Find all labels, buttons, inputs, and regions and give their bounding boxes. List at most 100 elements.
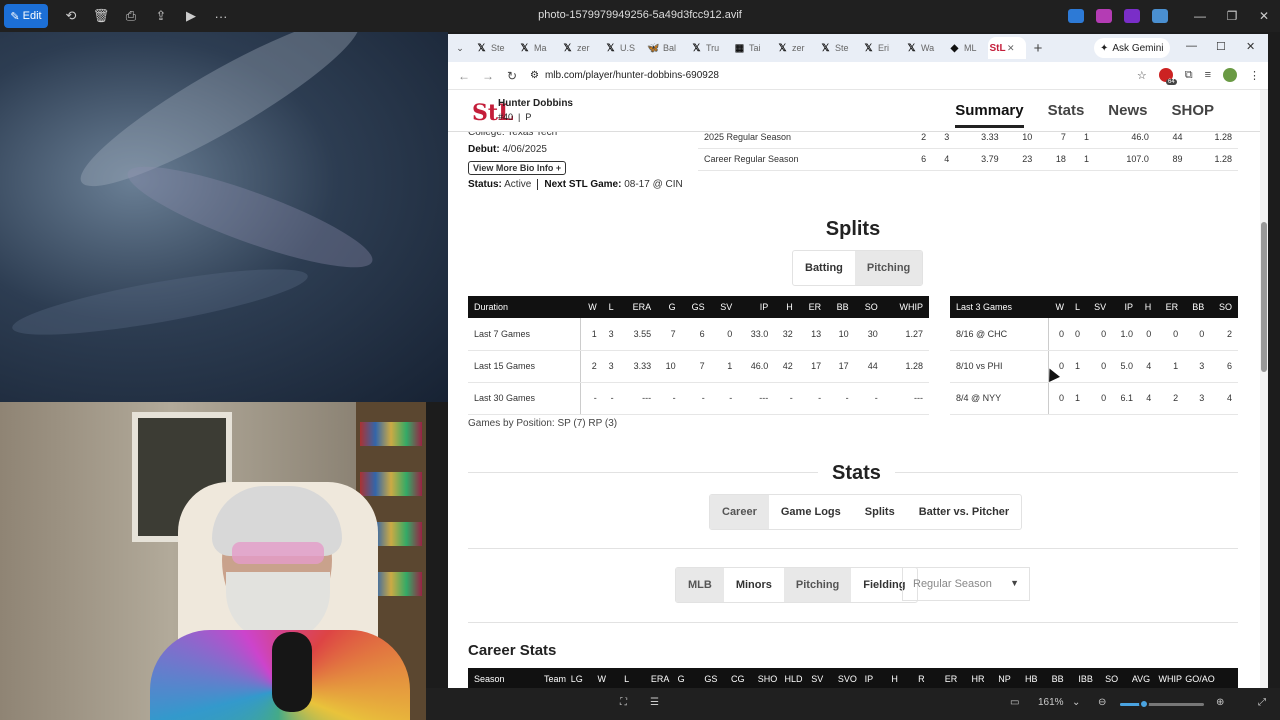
zoom-level[interactable]: 161%	[1038, 697, 1064, 708]
nav-shop[interactable]: SHOP	[1171, 102, 1214, 128]
edit-button[interactable]: ✎ Edit	[4, 4, 48, 28]
ask-gemini-button[interactable]: ✦ Ask Gemini	[1094, 38, 1170, 58]
column-header[interactable]: H	[891, 674, 898, 684]
extension-icon[interactable]: 64	[1158, 68, 1177, 85]
close-icon[interactable]: ✕	[1248, 9, 1280, 23]
back-icon[interactable]: ←	[452, 69, 476, 83]
nav-stats[interactable]: Stats	[1048, 102, 1085, 128]
browser-tab[interactable]: 𝕏 Ste	[816, 37, 859, 59]
tab-batter-vs-pitcher[interactable]: Batter vs. Pitcher	[907, 495, 1021, 529]
zoom-dropdown-icon[interactable]: ⌄	[1072, 697, 1080, 708]
page-scrollbar[interactable]	[1260, 90, 1268, 688]
more-bio-button[interactable]: View More Bio Info +	[468, 161, 567, 175]
column-header[interactable]: Season	[474, 674, 505, 684]
column-header[interactable]: HB	[1025, 674, 1038, 684]
filter-mlb[interactable]: MLB	[676, 568, 724, 602]
nav-summary[interactable]: Summary	[955, 102, 1024, 128]
app-icon-blue[interactable]	[1068, 9, 1084, 23]
browser-tab[interactable]: 𝕏zer	[773, 37, 816, 59]
column-header[interactable]: GO/AO	[1185, 674, 1215, 684]
slideshow-icon[interactable]: ▶	[176, 4, 206, 28]
browser-tab[interactable]: 𝕏 Tru	[687, 37, 730, 59]
app-icon-pink[interactable]	[1096, 9, 1112, 23]
column-header[interactable]: SV	[1085, 296, 1113, 318]
delete-icon[interactable]: 🗑	[86, 4, 116, 28]
minimize-icon[interactable]: —	[1184, 9, 1216, 23]
aspect-icon[interactable]: ▭	[1010, 697, 1019, 708]
profile-avatar[interactable]	[1223, 68, 1237, 82]
column-header[interactable]: H	[774, 296, 799, 318]
column-header[interactable]: G	[678, 674, 685, 684]
column-header[interactable]: SV	[811, 674, 823, 684]
zoom-slider[interactable]	[1120, 699, 1204, 709]
tab-game-logs[interactable]: Game Logs	[769, 495, 853, 529]
bookmark-star-icon[interactable]: ☆	[1137, 69, 1147, 82]
more-icon[interactable]: ···	[206, 4, 236, 28]
browser-tab[interactable]: 🦋 Bal	[644, 37, 687, 59]
browser-tab[interactable]: 𝕏zer	[558, 37, 601, 59]
column-header[interactable]: W	[580, 296, 603, 318]
season-type-select[interactable]: Regular Season ▼	[902, 567, 1030, 601]
column-header[interactable]: W	[1048, 296, 1070, 318]
column-header[interactable]: L	[624, 674, 629, 684]
column-header[interactable]: Duration	[468, 296, 581, 318]
site-info-icon[interactable]: ⚙	[530, 70, 539, 81]
column-header[interactable]: SO	[1210, 296, 1238, 318]
rotate-icon[interactable]: ⟲	[56, 4, 86, 28]
column-header[interactable]: HLD	[784, 674, 802, 684]
column-header[interactable]: SVO	[838, 674, 857, 684]
share-icon[interactable]: ⇪	[146, 4, 176, 28]
column-header[interactable]: ERA	[619, 296, 658, 318]
zoom-knob[interactable]	[1138, 699, 1149, 709]
column-header[interactable]: ER	[798, 296, 828, 318]
tab-splits[interactable]: Splits	[853, 495, 907, 529]
toggle-batting[interactable]: Batting	[793, 251, 855, 285]
filter-pitching[interactable]: Pitching	[783, 568, 852, 602]
column-header[interactable]: WHIP	[1159, 674, 1183, 684]
tab-search-icon[interactable]: ⌄	[448, 43, 472, 54]
app-icon-purple[interactable]	[1124, 9, 1140, 23]
column-header[interactable]: LG	[571, 674, 583, 684]
tab-active[interactable]: StL ✕	[988, 37, 1026, 59]
scroll-thumb[interactable]	[1261, 222, 1267, 372]
browser-tab[interactable]: 𝕏 U.S	[601, 37, 644, 59]
fit-screen-icon[interactable]: ⛶	[620, 697, 627, 708]
url-field[interactable]: ⚙ mlb.com/player/hunter-dobbins-690928	[530, 70, 719, 81]
column-header[interactable]: G	[657, 296, 682, 318]
browser-minimize-icon[interactable]: —	[1186, 40, 1197, 52]
column-header[interactable]: AVG	[1132, 674, 1150, 684]
cloud-icon[interactable]	[1152, 9, 1168, 23]
tab-career[interactable]: Career	[710, 495, 769, 529]
browser-tab[interactable]: 𝕏 Wa	[902, 37, 945, 59]
reload-icon[interactable]: ↻	[500, 69, 524, 83]
info-icon[interactable]: ☰	[650, 697, 659, 708]
column-header[interactable]: ER	[1157, 296, 1185, 318]
column-header[interactable]: IBB	[1078, 674, 1093, 684]
restore-icon[interactable]: ❐	[1216, 9, 1248, 23]
column-header[interactable]: SHO	[758, 674, 778, 684]
nav-news[interactable]: News	[1108, 102, 1147, 128]
toggle-pitching[interactable]: Pitching	[854, 251, 923, 285]
column-header[interactable]: W	[597, 674, 606, 684]
zoom-out-icon[interactable]: ⊖	[1098, 697, 1106, 708]
column-header[interactable]: L	[1069, 296, 1086, 318]
column-header[interactable]: IP	[865, 674, 874, 684]
browser-tab[interactable]: 𝕏 Ma	[515, 37, 558, 59]
column-header[interactable]: SO	[854, 296, 884, 318]
browser-close-icon[interactable]: ✕	[1246, 40, 1255, 53]
column-header[interactable]: GS	[704, 674, 717, 684]
column-header[interactable]: NP	[998, 674, 1011, 684]
column-header[interactable]: BB	[1052, 674, 1064, 684]
column-header[interactable]: WHIP	[883, 296, 929, 318]
column-header[interactable]: R	[918, 674, 925, 684]
column-header[interactable]: Team	[544, 674, 566, 684]
column-header[interactable]: BB	[1184, 296, 1211, 318]
column-header[interactable]: IP	[1112, 296, 1140, 318]
column-header[interactable]: ERA	[651, 674, 670, 684]
column-header[interactable]: SO	[1105, 674, 1118, 684]
new-tab-button[interactable]: +	[1026, 40, 1050, 57]
browser-tab[interactable]: 𝕏 Eri	[859, 37, 902, 59]
forward-icon[interactable]: →	[476, 69, 500, 83]
browser-maximize-icon[interactable]: ☐	[1216, 40, 1226, 53]
print-icon[interactable]: ⎙	[116, 4, 146, 28]
